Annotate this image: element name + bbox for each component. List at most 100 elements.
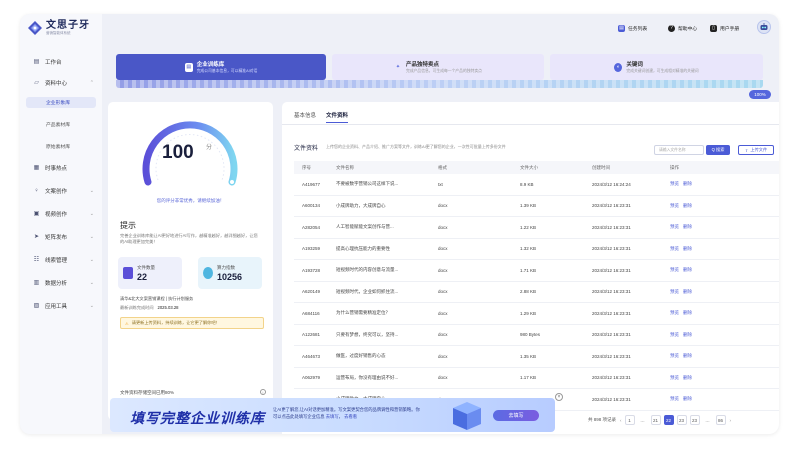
sidebar-item-trends[interactable]: ▦ 时事热点 [20, 161, 102, 174]
table-cell: 短视频时代，企业如何抓住流... [336, 288, 399, 294]
delete-button[interactable]: 删除 [683, 267, 692, 272]
page-button[interactable]: 23 [676, 415, 687, 425]
task-list-button[interactable]: ▤ 任务列表 [618, 23, 647, 33]
delete-button[interactable]: 删除 [683, 224, 692, 229]
page-button[interactable]: 1 [624, 415, 635, 425]
table-cell: 1.17 KB [520, 375, 537, 381]
sidebar-item-tools[interactable]: ▨ 应用工具 ⌄ [20, 299, 102, 312]
avatar[interactable] [757, 20, 771, 34]
sidebar-item-publish[interactable]: ➤ 矩阵发布 ⌄ [20, 230, 102, 243]
page-button[interactable]: 86 [715, 415, 726, 425]
table-cell: A419677 [302, 181, 321, 187]
table-cell: 2024/3/12 16:23:31 [592, 289, 631, 295]
page-button[interactable]: 22 [663, 415, 674, 425]
update-warning: ⚠ 请更新上传资料，持续训练，让它更了解你吧！ [120, 317, 264, 329]
sidebar-item-video[interactable]: ▣ 视频创作 ⌄ [20, 207, 102, 220]
sidebar: 文思子牙 营销智能体系统 ▤ 工作台 ▱ 资料中心 ⌃ 企业形象库 产品素材库 [20, 14, 102, 434]
preview-button[interactable]: 预览 [670, 203, 679, 208]
table-cell: A684116 [302, 310, 320, 316]
preview-button[interactable]: 预览 [670, 181, 679, 186]
table-cell: 短视频时代的内容创意与流量... [336, 267, 399, 273]
logo[interactable]: 文思子牙 营销智能体系统 [28, 20, 90, 36]
promo-link-fill[interactable]: 去填写 [326, 414, 339, 419]
preview-button[interactable]: 预览 [670, 224, 679, 229]
help-center-button[interactable]: ? 帮助中心 [668, 23, 697, 33]
sidebar-item-leads[interactable]: ☷ 线索管理 ⌄ [20, 253, 102, 266]
info-icon[interactable]: i [260, 389, 266, 395]
preview-button[interactable]: 预览 [670, 267, 679, 272]
sidebar-item-label: 资料中心 [45, 80, 68, 87]
delete-button[interactable]: 删除 [683, 353, 692, 358]
upload-file-button[interactable]: ⇪ 上传文件 [738, 145, 774, 155]
table-cell: 2024/3/12 16:23:31 [592, 267, 631, 273]
tab-basic-info[interactable]: 基本信息 [294, 111, 316, 123]
next-page-icon[interactable]: › [730, 418, 732, 423]
sidebar-item-label: 原始素材库 [46, 145, 70, 150]
page-button[interactable]: … [638, 415, 648, 425]
score-value: 100 [162, 142, 194, 163]
tips-body: 完善企业训练库能让AI更好地进行AI写作，越精准越好，越详细越好，让您的AI助理… [120, 233, 258, 244]
page-button[interactable]: 21 [650, 415, 661, 425]
tab-keywords[interactable]: ◐ 关键词 完成关键词创建，可生成相对精准的关键词 [550, 54, 763, 80]
page-button[interactable]: 23 [689, 415, 700, 425]
table-cell: 1.32 KB [520, 246, 537, 252]
delete-button[interactable]: 删除 [683, 203, 692, 208]
table-cell: 不要被数字营销公司这样下说... [336, 181, 399, 187]
page-button[interactable]: … [703, 415, 713, 425]
sidebar-item-company-library[interactable]: 企业形象库 [26, 97, 96, 108]
logo-subtitle: 营销智能体系统 [46, 31, 71, 35]
search-button[interactable]: Q 搜索 [706, 145, 730, 155]
preview-button[interactable]: 预览 [670, 332, 679, 337]
table-cell: 2024/3/12 16:23:31 [592, 353, 631, 359]
search-input[interactable]: 请输入文件名称 [654, 145, 704, 155]
preview-button[interactable]: 预览 [670, 396, 679, 401]
sidebar-item-raw-library[interactable]: 原始素材库 [20, 141, 102, 152]
preview-button[interactable]: 预览 [670, 289, 679, 294]
sidebar-item-product-library[interactable]: 产品素材库 [20, 119, 102, 130]
help-icon: ? [668, 24, 675, 32]
sidebar-item-label: 企业形象库 [46, 101, 70, 106]
promo-title: 填写完整企业训练库 [130, 410, 265, 426]
compute-icon [203, 267, 213, 279]
contacts-icon: ☷ [33, 257, 40, 263]
sidebar-item-workbench[interactable]: ▤ 工作台 [20, 55, 102, 68]
tab-product-usp[interactable]: ✦ 产品独特卖点 完成产品信息，可生成每一个产品的独特卖点 [332, 54, 544, 80]
delete-button[interactable]: 删除 [683, 332, 692, 337]
stat-label: 算力指数 [217, 265, 235, 270]
table-cell: 8.9 KB [520, 181, 534, 187]
user-manual-button[interactable]: ▯ 用户手册 [710, 23, 739, 33]
table-row: A193259 提高心理抗压能力的重要性 docx 1.32 KB 2024/3/12 … [294, 239, 779, 260]
sidebar-item-label: 视频创作 [45, 211, 68, 218]
preview-button[interactable]: 预览 [670, 375, 679, 380]
sidebar-item-resources[interactable]: ▱ 资料中心 ⌃ [20, 76, 102, 89]
tab-files[interactable]: 文件资料 [326, 111, 349, 123]
files-table: 序号 文件名称 格式 文件大小 创建时间 操作 A419677 不要被数字营销公司… [294, 161, 779, 411]
table-cell: docx [438, 246, 448, 252]
close-icon[interactable]: × [555, 393, 563, 401]
row-actions: 预览 删除 [670, 289, 779, 295]
delete-button[interactable]: 删除 [683, 396, 692, 401]
preview-button[interactable]: 预览 [670, 310, 679, 315]
table-cell: docx [438, 310, 448, 316]
promo-fill-button[interactable]: 去填写 [493, 410, 539, 421]
table-cell: A062979 [302, 375, 321, 381]
list-title: 文件资料 [294, 146, 319, 152]
table-cell: txt [438, 181, 443, 187]
table-cell: A600134 [302, 203, 321, 209]
preview-button[interactable]: 预览 [670, 353, 679, 358]
delete-button[interactable]: 删除 [683, 246, 692, 251]
delete-button[interactable]: 删除 [683, 181, 692, 186]
delete-button[interactable]: 删除 [683, 310, 692, 315]
promo-link-view[interactable]: 去看看 [344, 414, 357, 419]
table-cell: 只要有梦想，终究可以，坚持... [336, 331, 399, 337]
tab-company-training[interactable]: ▤ 企业训练库 完成公司基本信息，可以精准AI对话 [116, 54, 326, 80]
score-panel: 100 分 您的评分非常优秀，请继续加油！ 提示 完善企业训练库能让AI更好地进… [108, 102, 273, 420]
sparkle-icon: ✦ [395, 64, 401, 70]
preview-button[interactable]: 预览 [670, 246, 679, 251]
delete-button[interactable]: 删除 [683, 375, 692, 380]
row-actions: 预览 删除 [670, 224, 779, 230]
sidebar-item-copywriting[interactable]: ♀ 文案创作 ⌄ [20, 184, 102, 197]
col-header: 文件名称 [336, 164, 354, 170]
delete-button[interactable]: 删除 [683, 289, 692, 294]
sidebar-item-analytics[interactable]: ▥ 数据分析 ⌄ [20, 276, 102, 289]
